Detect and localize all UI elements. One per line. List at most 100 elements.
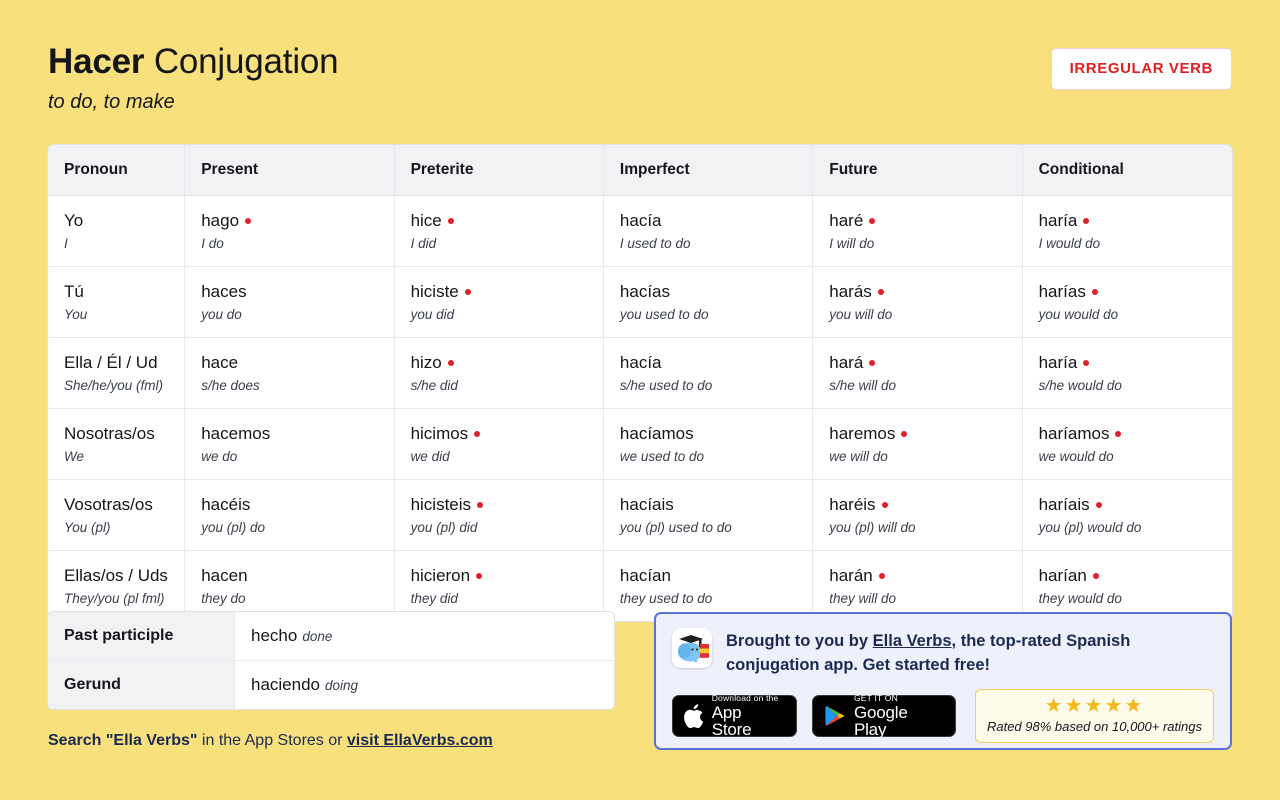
conjugation-cell: hará s/he will do xyxy=(813,338,1023,409)
conjugation-form-line: haremos xyxy=(829,422,1021,445)
title-suffix: Conjugation xyxy=(144,42,339,81)
conjugation-gloss: they used to do xyxy=(619,591,713,606)
promo-box: Brought to you by Ella Verbs, the top-ra… xyxy=(654,612,1232,750)
conjugation-gloss: s/he will do xyxy=(829,378,897,393)
conjugation-cell: hacía s/he used to do xyxy=(603,338,814,409)
conjugation-form: haría xyxy=(1038,353,1078,372)
pronoun-text: Ellas/os / Uds xyxy=(64,566,168,585)
nonfinite-and-search: Past participle hecho done Gerund haciendo do… xyxy=(48,612,614,752)
nonfinite-gloss: done xyxy=(302,629,333,644)
conjugation-form: haces xyxy=(201,282,247,301)
conjugation-form: hacía xyxy=(619,353,662,372)
conjugation-form: haré xyxy=(829,211,864,230)
conjugation-gloss: I did xyxy=(410,236,437,251)
conjugation-cell: hicisteis you (pl) did xyxy=(394,480,604,551)
irregular-marker-dot xyxy=(877,288,884,295)
column-header-present: Present xyxy=(185,145,395,196)
conjugation-form: hace xyxy=(201,353,239,372)
conjugation-form-line: hacen xyxy=(201,564,393,587)
conjugation-table: Pronoun Present Preterite Imperfect Futu… xyxy=(48,145,1232,621)
conjugation-gloss: you (pl) do xyxy=(201,520,266,535)
google-play-small-text: GET IT ON xyxy=(853,692,898,703)
conjugation-form-line: hizo xyxy=(411,351,603,374)
pronoun-cell: Ella / Él / Ud She/he/you (fml) xyxy=(48,338,186,409)
conjugation-form: hicisteis xyxy=(410,495,472,514)
conjugation-form-line: hago xyxy=(201,209,393,232)
nonfinite-label: Gerund xyxy=(48,661,235,709)
conjugation-gloss: you will do xyxy=(829,307,893,322)
irregular-marker-dot xyxy=(1092,572,1099,579)
star-rating-icon: ★★★★★ xyxy=(1044,695,1145,717)
conjugation-cell: harán they will do xyxy=(813,551,1023,621)
app-store-button[interactable]: Download on the App Store xyxy=(672,694,798,738)
conjugation-cell: hacían they used to do xyxy=(603,551,814,621)
conjugation-form: hice xyxy=(410,211,442,230)
irregular-marker-dot xyxy=(869,359,876,366)
conjugation-form: haría xyxy=(1038,211,1078,230)
conjugation-form-line: hicieron xyxy=(411,564,603,587)
conjugation-form: haremos xyxy=(829,424,896,443)
ella-verbs-app-icon xyxy=(672,628,712,668)
rating-text: Rated 98% based on 10,000+ ratings xyxy=(986,719,1202,734)
conjugation-gloss: we do xyxy=(201,449,238,464)
conjugation-gloss: you (pl) did xyxy=(410,520,478,535)
conjugation-cell: hicieron they did xyxy=(394,551,604,621)
conjugation-form: hacéis xyxy=(201,495,251,514)
conjugation-gloss: I used to do xyxy=(619,236,691,251)
pronoun-gloss: We xyxy=(64,449,85,464)
conjugation-form-line: hicisteis xyxy=(411,493,603,516)
irregular-marker-dot xyxy=(245,217,252,224)
conjugation-cell: hacíamos we used to do xyxy=(603,409,814,480)
conjugation-cell: haríamos we would do xyxy=(1022,409,1232,480)
ellaverbs-website-link[interactable]: visit EllaVerbs.com xyxy=(347,732,493,749)
nonfinite-row: Gerund haciendo doing xyxy=(48,661,614,709)
conjugation-gloss: I would do xyxy=(1038,236,1101,251)
google-play-big-text: Google Play xyxy=(853,703,908,740)
table-header-row: Pronoun Present Preterite Imperfect Futu… xyxy=(48,145,1232,196)
search-prompt: Search "Ella Verbs" in the App Stores or… xyxy=(48,730,614,752)
google-play-label: GET IT ON Google Play xyxy=(854,694,943,739)
pronoun-text: Yo xyxy=(64,211,84,230)
irregular-marker-dot xyxy=(1083,359,1090,366)
conjugation-form: hicimos xyxy=(410,424,469,443)
conjugation-cell: haría s/he would do xyxy=(1022,338,1232,409)
conjugation-cell: hacías you used to do xyxy=(603,267,814,338)
conjugation-form: hago xyxy=(201,211,240,230)
conjugation-form: hacemos xyxy=(201,424,271,443)
conjugation-cell: hacía I used to do xyxy=(603,196,814,267)
conjugation-cell: hizo s/he did xyxy=(394,338,604,409)
conjugation-cell: hiciste you did xyxy=(394,267,604,338)
conjugation-form-line: hiciste xyxy=(411,280,603,303)
nonfinite-form: haciendo xyxy=(251,675,321,694)
conjugation-gloss: you used to do xyxy=(619,307,709,322)
conjugation-form-line: hacéis xyxy=(201,493,393,516)
google-play-button[interactable]: GET IT ON Google Play xyxy=(812,694,956,739)
column-header-future: Future xyxy=(813,145,1023,196)
conjugation-form-line: hacías xyxy=(620,280,812,303)
elephant-graduate-icon xyxy=(672,628,712,668)
conjugation-cell: haces you do xyxy=(185,267,395,338)
irregular-marker-dot xyxy=(901,430,908,437)
irregular-marker-dot xyxy=(464,288,471,295)
ella-verbs-link[interactable]: Ella Verbs xyxy=(873,632,952,650)
conjugation-form: harían xyxy=(1038,566,1087,585)
conjugation-gloss: you do xyxy=(201,307,242,322)
conjugation-gloss: they would do xyxy=(1038,591,1122,606)
conjugation-gloss: they did xyxy=(410,591,458,606)
conjugation-cell: hago I do xyxy=(185,196,395,267)
table-row: Vosotras/os You (pl) hacéis you (pl) do hici… xyxy=(48,480,1232,551)
conjugation-form: hiciste xyxy=(410,282,459,301)
pronoun-text: Tú xyxy=(64,282,84,301)
verb-conjugation-page: Hacer Conjugation to do, to make IRREGUL… xyxy=(0,0,1280,800)
conjugation-form-line: haces xyxy=(201,280,393,303)
conjugation-cell: haría I would do xyxy=(1022,196,1232,267)
pronoun-cell: Yo I xyxy=(48,196,186,267)
irregular-marker-dot xyxy=(474,430,481,437)
verb-name: Hacer xyxy=(48,42,145,81)
table-row: Nosotras/os We hacemos we do hicimos we did ha… xyxy=(48,409,1232,480)
conjugation-form-line: harías xyxy=(1039,280,1232,303)
nonfinite-value: haciendo doing xyxy=(235,661,614,709)
conjugation-cell: hacéis you (pl) do xyxy=(185,480,395,551)
conjugation-form-line: hacían xyxy=(620,564,812,587)
pronoun-cell: Tú You xyxy=(48,267,186,338)
